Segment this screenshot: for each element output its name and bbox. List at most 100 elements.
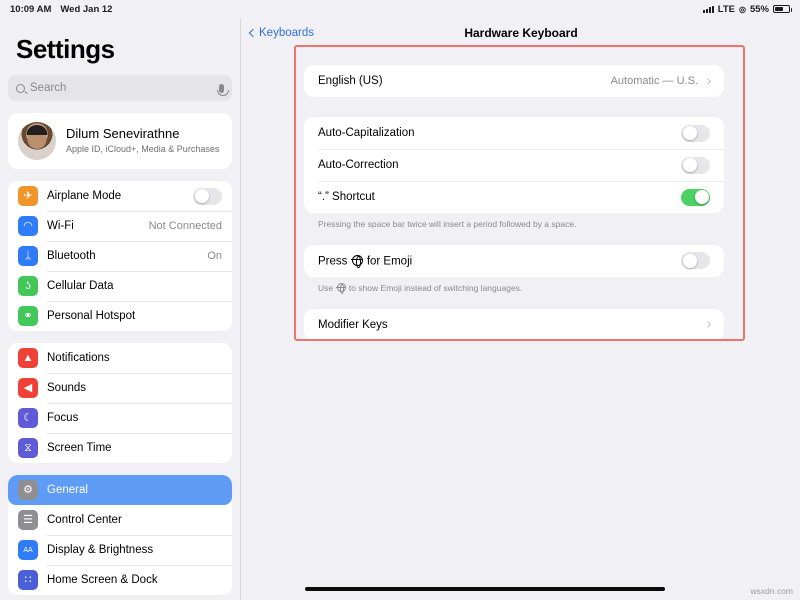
status-bar: 10:09 AM Wed Jan 12 LTE ◎ 55% — [0, 0, 800, 18]
sidebar-item-notifications[interactable]: ▲ Notifications — [8, 343, 232, 373]
home-screen-icon: ∷ — [18, 570, 38, 590]
sidebar-item-label: Airplane Mode — [47, 190, 121, 202]
home-indicator[interactable] — [305, 587, 665, 591]
row-label: Auto-Capitalization — [318, 127, 415, 139]
page-title: Settings — [8, 18, 232, 75]
sidebar-item-personal-hotspot[interactable]: ⚭ Personal Hotspot — [8, 301, 232, 331]
display-brightness-icon: AA — [18, 540, 38, 560]
sidebar-item-label: Screen Time — [47, 442, 112, 454]
sidebar-item-bluetooth[interactable]: ᛦBluetoothOn — [8, 241, 232, 271]
wifi-icon: ◠ — [18, 216, 38, 236]
row-emoji-label: Press for Emoji — [318, 255, 412, 268]
row-english-us-label: English (US) — [318, 75, 383, 87]
ipad-settings-screen: 10:09 AM Wed Jan 12 LTE ◎ 55% Settings S… — [0, 0, 800, 600]
chevron-right-icon — [704, 321, 711, 328]
row-auto-capitalization[interactable]: Auto-Capitalization — [304, 117, 724, 149]
sidebar-item-label: Cellular Data — [47, 280, 113, 292]
sidebar-item-label: Control Center — [47, 514, 122, 526]
sidebar-item-label: Notifications — [47, 352, 110, 364]
row-shortcut[interactable]: “.” Shortcut — [304, 181, 724, 213]
row-auto-correction[interactable]: Auto-Correction — [304, 149, 724, 181]
bell-icon: ▲ — [18, 348, 38, 368]
sidebar-item-display-brightness[interactable]: AA Display & Brightness — [8, 535, 232, 565]
sidebar-item-label: Display & Brightness — [47, 544, 153, 556]
sidebar-group-connectivity: ✈ Airplane Mode ◠ Wi-Fi Not Connected ᛦBlueto… — [8, 181, 232, 331]
row-emoji-prefix: Press — [318, 255, 347, 267]
toggle-auto-capitalization[interactable] — [681, 125, 710, 142]
sidebar-item-cellular-data[interactable]: ʖ Cellular Data — [8, 271, 232, 301]
status-network: LTE — [718, 4, 735, 15]
microphone-icon[interactable] — [219, 84, 224, 93]
typing-toggles-footer: Pressing the space bar twice will insert… — [318, 219, 724, 231]
sidebar-item-airplane-mode[interactable]: ✈ Airplane Mode — [8, 181, 232, 211]
sidebar-item-home-screen-dock[interactable]: ∷ Home Screen & Dock — [8, 565, 232, 595]
sidebar-item-value: Not Connected — [149, 220, 222, 232]
globe-icon — [337, 283, 346, 292]
apple-id-card[interactable]: Dilum Senevirathne Apple ID, iCloud+, Me… — [8, 113, 232, 169]
emoji-footer-suffix: to show Emoji instead of switching langu… — [349, 283, 522, 293]
control-center-icon: ☰ — [18, 510, 38, 530]
row-english-us[interactable]: English (US) Automatic — U.S. — [304, 65, 724, 97]
sidebar-item-wi-fi[interactable]: ◠ Wi-Fi Not Connected — [8, 211, 232, 241]
chevron-left-icon — [249, 29, 257, 37]
toggle-press-globe-for-emoji[interactable] — [681, 252, 710, 269]
search-icon — [16, 84, 25, 93]
toggle-auto-correction[interactable] — [681, 157, 710, 174]
sidebar-item-label: Sounds — [47, 382, 86, 394]
sidebar-item-screen-time[interactable]: ⧖ Screen Time — [8, 433, 232, 463]
sidebar-item-control-center[interactable]: ☰ Control Center — [8, 505, 232, 535]
row-label: “.” Shortcut — [318, 191, 375, 203]
emoji-card: Press for Emoji — [304, 245, 724, 277]
sidebar-item-label: Home Screen & Dock — [47, 574, 158, 586]
sidebar-group-system: ⚙ General ☰ Control Center AA Display & Brigh… — [8, 475, 232, 595]
hotspot-icon: ⚭ — [18, 306, 38, 326]
cellular-icon: ʖ — [18, 276, 38, 296]
gear-icon: ⚙ — [18, 480, 38, 500]
airplane-icon: ✈ — [18, 186, 38, 206]
emoji-footer-prefix: Use — [318, 283, 333, 293]
toggle-shortcut[interactable] — [681, 189, 710, 206]
navigation-bar: Keyboards Hardware Keyboard — [242, 18, 800, 48]
back-button-label: Keyboards — [259, 27, 314, 39]
sidebar-item-label: General — [47, 484, 88, 496]
typing-toggles-card: Auto-Capitalization Auto-Correction “.” Sh… — [304, 117, 724, 213]
detail-pane: Keyboards Hardware Keyboard English (US)… — [242, 18, 800, 600]
profile-subtitle: Apple ID, iCloud+, Media & Purchases — [66, 144, 219, 156]
toggle-airplane-mode[interactable] — [193, 188, 222, 205]
row-modifier-keys[interactable]: Modifier Keys — [304, 309, 724, 341]
apple-id-row[interactable]: Dilum Senevirathne Apple ID, iCloud+, Me… — [8, 113, 232, 169]
watermark: wsxdn.com — [750, 586, 793, 596]
status-date: Wed Jan 12 — [60, 4, 112, 15]
detail-title: Hardware Keyboard — [242, 26, 800, 40]
sidebar-item-label: Personal Hotspot — [47, 310, 135, 322]
battery-icon — [773, 5, 790, 14]
avatar — [18, 122, 56, 160]
sidebar-item-label: Wi-Fi — [47, 220, 74, 232]
row-label: Auto-Correction — [318, 159, 399, 171]
sidebar-item-focus[interactable]: ☾ Focus — [8, 403, 232, 433]
sidebar-item-sounds[interactable]: ◀ Sounds — [8, 373, 232, 403]
sidebar-item-general[interactable]: ⚙ General — [8, 475, 232, 505]
language-card: English (US) Automatic — U.S. — [304, 65, 724, 97]
search-input[interactable]: Search — [8, 75, 232, 101]
row-press-globe-for-emoji[interactable]: Press for Emoji — [304, 245, 724, 277]
status-battery-percent: 55% — [750, 4, 769, 15]
globe-icon — [352, 255, 363, 266]
row-modifier-keys-label: Modifier Keys — [318, 319, 388, 331]
modifier-keys-card: Modifier Keys — [304, 309, 724, 341]
location-arrow-icon: ◎ — [739, 5, 746, 14]
back-button[interactable]: Keyboards — [242, 27, 314, 39]
row-emoji-suffix: for Emoji — [367, 255, 412, 267]
moon-icon: ☾ — [18, 408, 38, 428]
settings-sidebar[interactable]: Settings Search Dilum Senevirathne Apple… — [0, 18, 241, 600]
row-english-us-value: Automatic — U.S. — [611, 75, 698, 87]
speaker-icon: ◀ — [18, 378, 38, 398]
hourglass-icon: ⧖ — [18, 438, 38, 458]
sidebar-item-label: Focus — [47, 412, 78, 424]
search-placeholder: Search — [30, 82, 214, 94]
bluetooth-icon: ᛦ — [18, 246, 38, 266]
sidebar-group-alerts: ▲ Notifications ◀ Sounds ☾ Focus ⧖ Screen Time — [8, 343, 232, 463]
emoji-footer: Use to show Emoji instead of switching l… — [318, 283, 724, 295]
status-bar-right: LTE ◎ 55% — [703, 4, 790, 15]
profile-name: Dilum Senevirathne — [66, 126, 219, 143]
